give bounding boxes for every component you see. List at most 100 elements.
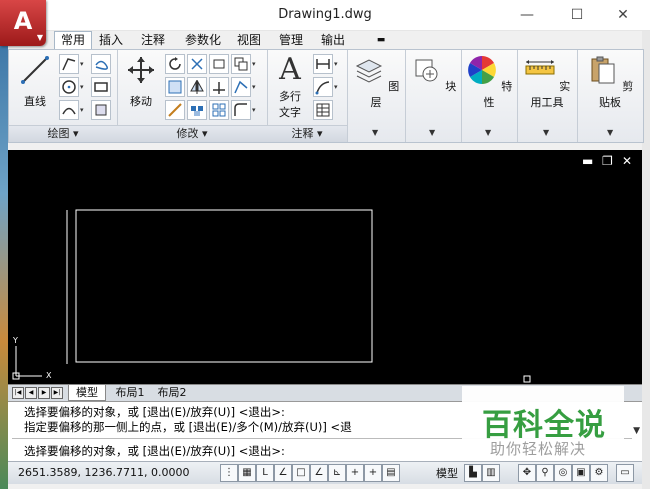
model-space-label[interactable]: 模型 xyxy=(436,465,458,481)
region-icon[interactable] xyxy=(91,100,111,120)
panel-modify: 移动 ▾ ▾ ▾ 修改 ▾ xyxy=(117,50,268,142)
chamfer-icon[interactable] xyxy=(231,100,251,120)
arc-icon[interactable] xyxy=(59,100,79,120)
grid-icon[interactable]: ▦ xyxy=(238,464,256,482)
dropdown-arrow-icon[interactable]: ▾ xyxy=(334,83,338,91)
leader-icon[interactable] xyxy=(313,77,333,97)
ortho-icon[interactable]: L xyxy=(256,464,274,482)
drawing-canvas[interactable]: ▬ ❐ ✕ Y X xyxy=(8,150,642,384)
close-button[interactable]: ✕ xyxy=(606,4,640,26)
dropdown-arrow-icon[interactable]: ▾ xyxy=(252,83,256,91)
rectangle-icon[interactable] xyxy=(91,77,111,97)
tab-home[interactable]: 常用 xyxy=(54,31,92,49)
zoom-icon[interactable]: ⚲ xyxy=(536,464,554,482)
tab-insert[interactable]: 插入 xyxy=(96,31,126,49)
copy-object-icon[interactable] xyxy=(165,77,185,97)
dropdown-arrow-icon: ▼ xyxy=(36,33,43,42)
line-tool-label: 直线 xyxy=(24,95,46,108)
panel-utilities: 实用工具 ▼ xyxy=(517,50,578,142)
polar-icon[interactable]: ∠ xyxy=(274,464,292,482)
offset-icon[interactable] xyxy=(209,100,229,120)
block-label: 块 xyxy=(445,80,457,93)
rotate-icon[interactable] xyxy=(165,54,185,74)
dropdown-arrow-icon[interactable]: ▾ xyxy=(80,83,84,91)
dropdown-arrow-icon[interactable]: ▼ xyxy=(607,128,613,137)
steering-wheel-icon[interactable]: ◎ xyxy=(554,464,572,482)
modify-panel-label[interactable]: 修改 ▾ xyxy=(117,125,267,142)
mirror-icon[interactable] xyxy=(187,77,207,97)
viewports-icon[interactable]: ▥ xyxy=(482,464,500,482)
move-tool-button[interactable]: 移动 xyxy=(121,54,161,109)
multiline-text-button[interactable]: A 多行 文字 xyxy=(269,54,311,120)
stretch-icon[interactable] xyxy=(209,77,229,97)
clean-screen-icon[interactable]: ▭ xyxy=(616,464,634,482)
properties-button[interactable]: 特性 xyxy=(465,54,513,110)
last-tab-icon[interactable]: ▶| xyxy=(51,387,63,399)
showmotion-icon[interactable]: ▣ xyxy=(572,464,590,482)
otrack-icon[interactable]: ∠ xyxy=(310,464,328,482)
minimize-button[interactable]: — xyxy=(510,4,544,26)
tab-model[interactable]: 模型 xyxy=(68,385,106,401)
tab-parametric[interactable]: 参数化 xyxy=(182,31,224,49)
osnap-icon[interactable]: □ xyxy=(292,464,310,482)
block-button[interactable]: 块 xyxy=(409,54,457,94)
drawing-geometry xyxy=(12,209,531,383)
erase-icon[interactable] xyxy=(209,54,229,74)
dropdown-arrow-icon[interactable]: ▼ xyxy=(485,128,491,137)
dropdown-arrow-icon[interactable]: ▼ xyxy=(372,128,378,137)
annotation-panel-label[interactable]: 注释 ▾ xyxy=(267,125,347,142)
ribbon-minimize-icon[interactable]: ▬ xyxy=(370,31,392,49)
dyn-icon[interactable]: + xyxy=(346,464,364,482)
clipboard-button[interactable]: 剪贴板 xyxy=(583,54,637,110)
ucs-icon xyxy=(12,346,42,380)
dropdown-arrow-icon[interactable]: ▾ xyxy=(80,106,84,114)
layout-icon[interactable]: ▙ xyxy=(464,464,482,482)
linear-dimension-icon[interactable] xyxy=(313,54,333,74)
qp-icon[interactable]: ▤ xyxy=(382,464,400,482)
scroll-down-icon[interactable]: ▼ xyxy=(633,426,640,436)
tab-view[interactable]: 视图 xyxy=(234,31,264,49)
tab-annotate[interactable]: 注释 xyxy=(138,31,168,49)
application-menu-button[interactable]: A ▼ xyxy=(0,0,46,46)
hatch-icon[interactable] xyxy=(91,54,111,74)
workspace-icon[interactable]: ⚙ xyxy=(590,464,608,482)
dropdown-arrow-icon[interactable]: ▾ xyxy=(334,60,338,68)
ribbon: 直线 ▾ ▾ ▾ 绘图 ▾ 移动 ▾ ▾ ▾ 修改 ▾ A 多行 文字 ▾ ▾ … xyxy=(8,49,644,143)
dropdown-arrow-icon[interactable]: ▼ xyxy=(543,128,549,137)
move-icon xyxy=(128,57,154,83)
command-input[interactable]: 选择要偏移的对象，或 [退出(E)/放弃(U)] <退出>: xyxy=(24,443,285,459)
fillet-icon[interactable] xyxy=(231,77,251,97)
maximize-button[interactable]: ☐ xyxy=(560,4,594,26)
line-tool-button[interactable]: 直线 xyxy=(15,54,55,109)
utilities-button[interactable]: 实用工具 xyxy=(519,54,575,110)
copy-icon[interactable] xyxy=(231,54,251,74)
table-icon[interactable] xyxy=(313,100,333,120)
coordinate-readout: 2651.3589, 1236.7711, 0.0000 xyxy=(18,466,190,479)
pan-icon[interactable]: ✥ xyxy=(518,464,536,482)
polyline-icon[interactable] xyxy=(59,54,79,74)
snap-icon[interactable]: ⋮ xyxy=(220,464,238,482)
draw-panel-label[interactable]: 绘图 ▾ xyxy=(9,125,117,142)
ducs-icon[interactable]: ⊾ xyxy=(328,464,346,482)
tab-layout2[interactable]: 布局2 xyxy=(152,385,192,400)
next-tab-icon[interactable]: ▶ xyxy=(38,387,50,399)
tab-manage[interactable]: 管理 xyxy=(276,31,306,49)
tab-layout1[interactable]: 布局1 xyxy=(110,385,150,400)
panel-draw: 直线 ▾ ▾ ▾ 绘图 ▾ xyxy=(9,50,118,142)
command-history-line: 指定要偏移的那一侧上的点，或 [退出(E)/多个(M)/放弃(U)] <退 xyxy=(24,420,352,434)
dropdown-arrow-icon[interactable]: ▾ xyxy=(252,60,256,68)
array-icon[interactable] xyxy=(187,100,207,120)
trim-icon[interactable] xyxy=(187,54,207,74)
dropdown-arrow-icon[interactable]: ▾ xyxy=(80,60,84,68)
command-history-line: 选择要偏移的对象，或 [退出(E)/放弃(U)] <退出>: xyxy=(24,405,285,419)
first-tab-icon[interactable]: |◀ xyxy=(12,387,24,399)
dropdown-arrow-icon[interactable]: ▼ xyxy=(429,128,435,137)
scale-icon[interactable] xyxy=(165,100,185,120)
lineweight-icon[interactable]: + xyxy=(364,464,382,482)
layers-button[interactable]: 图层 xyxy=(351,54,401,110)
ucs-x-label: X xyxy=(46,371,52,380)
dropdown-arrow-icon[interactable]: ▾ xyxy=(252,106,256,114)
tab-output[interactable]: 输出 xyxy=(318,31,348,49)
circle-icon[interactable] xyxy=(59,77,79,97)
prev-tab-icon[interactable]: ◀ xyxy=(25,387,37,399)
